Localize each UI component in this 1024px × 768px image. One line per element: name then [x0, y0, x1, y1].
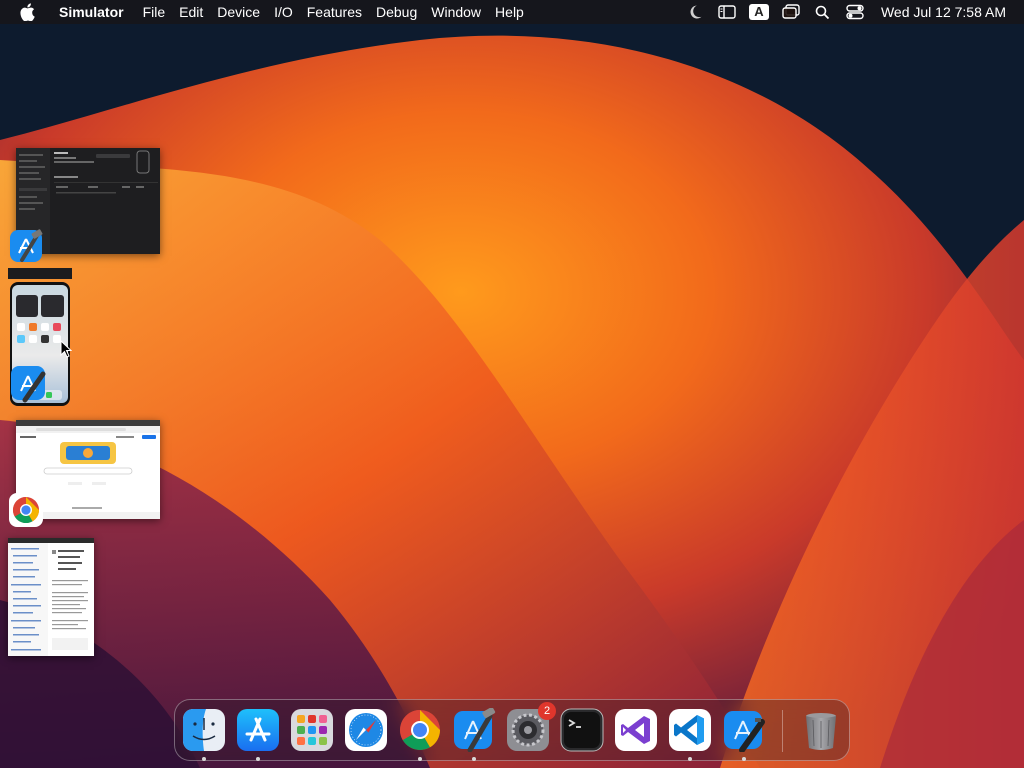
dock-running-indicator [256, 757, 260, 761]
dock-chrome[interactable] [398, 708, 442, 752]
menu-io[interactable]: I/O [267, 0, 300, 24]
simulator-icon [724, 711, 765, 753]
menu-edit[interactable]: Edit [172, 0, 210, 24]
menu-device[interactable]: Device [210, 0, 267, 24]
dock-separator [782, 710, 783, 752]
dock-simulator[interactable] [722, 708, 766, 753]
input-source-label: A [748, 4, 769, 20]
menu-help[interactable]: Help [488, 0, 531, 24]
dock-running-indicator [742, 757, 746, 761]
dock-system-settings[interactable]: 2 [506, 702, 556, 752]
menu-bar: Simulator File Edit Device I/O Features … [0, 0, 1024, 24]
dock-vscode[interactable] [668, 708, 712, 752]
menu-file[interactable]: File [136, 0, 173, 24]
launchpad-icon [291, 709, 333, 751]
menu-debug[interactable]: Debug [369, 0, 424, 24]
dock-xcode[interactable] [452, 707, 496, 753]
chrome-icon [400, 710, 440, 750]
search-icon[interactable] [812, 0, 834, 24]
dock-safari[interactable] [344, 708, 388, 752]
moon-icon[interactable] [684, 0, 706, 24]
window-thumbnail-document[interactable] [8, 538, 94, 656]
dock-trash[interactable] [799, 708, 843, 752]
dock-finder[interactable] [182, 708, 226, 752]
dock-terminal[interactable] [560, 708, 604, 752]
app-store-icon [237, 709, 279, 751]
chrome-icon[interactable] [9, 493, 43, 527]
trash-icon [806, 713, 836, 750]
dock-running-indicator [472, 757, 476, 761]
apple-menu-icon[interactable] [17, 0, 37, 24]
notification-badge: 2 [538, 702, 556, 720]
desktop-wallpaper [0, 0, 1024, 768]
input-source-icon[interactable]: A [748, 0, 770, 24]
vscode-icon [669, 709, 711, 751]
dock-visual-studio[interactable] [614, 708, 658, 752]
terminal-icon [560, 708, 604, 752]
visual-studio-icon [615, 709, 657, 751]
dock-running-indicator [688, 757, 692, 761]
sidebar-icon[interactable] [716, 0, 738, 24]
dock: 2 [174, 699, 850, 761]
dock-app-store[interactable] [236, 708, 280, 752]
menu-window[interactable]: Window [424, 0, 488, 24]
menu-features[interactable]: Features [300, 0, 369, 24]
control-center-icon[interactable] [844, 0, 866, 24]
dock-running-indicator [202, 757, 206, 761]
menu-clock[interactable]: Wed Jul 12 7:58 AM [871, 0, 1024, 24]
window-stack-icon[interactable] [780, 0, 802, 24]
simulator-icon[interactable] [9, 364, 49, 404]
finder-icon [183, 709, 225, 751]
dock-launchpad[interactable] [290, 708, 334, 752]
xcode-icon[interactable] [8, 228, 44, 264]
safari-icon [345, 709, 387, 751]
xcode-icon [454, 707, 496, 753]
menu-app-name[interactable]: Simulator [51, 0, 136, 24]
document-window-preview [8, 538, 94, 656]
dock-running-indicator [418, 757, 422, 761]
mouse-pointer-icon [60, 339, 73, 363]
